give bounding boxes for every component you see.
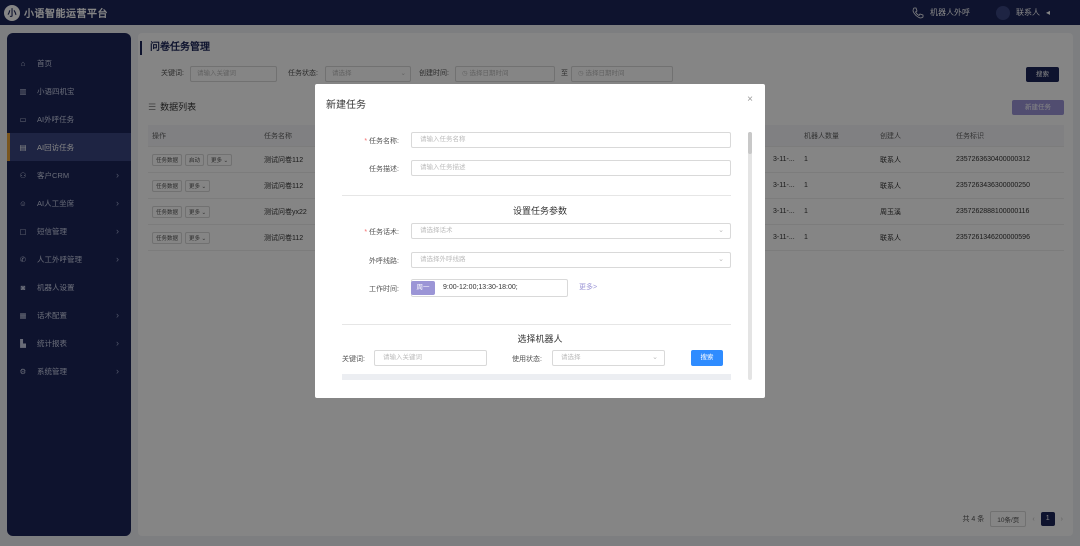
chevron-down-icon: ⌄ — [718, 227, 724, 234]
modal-title: 新建任务 — [326, 100, 366, 111]
scrollbar[interactable] — [748, 132, 752, 380]
robot-search-button[interactable]: 搜索 — [691, 350, 723, 366]
task-desc-input[interactable]: 请输入任务描述 — [411, 160, 731, 176]
scroll-thumb[interactable] — [748, 132, 752, 154]
params-section-title: 设置任务参数 — [512, 206, 567, 216]
robot-section-title: 选择机器人 — [517, 334, 563, 344]
chevron-down-icon: ⌄ — [718, 256, 724, 263]
script-label: * 任务话术: — [364, 229, 399, 236]
new-task-modal: 新建任务 × * 任务名称: 请输入任务名称 任务描述: 请输入任务描述 设置任务… — [315, 84, 765, 398]
worktime-label: 工作时间: — [369, 286, 399, 293]
script-select[interactable]: 请选择话术 ⌄ — [411, 223, 731, 239]
line-select[interactable]: 请选择外呼线路 ⌄ — [411, 252, 731, 268]
robot-table-header — [342, 374, 731, 380]
task-desc-label: 任务描述: — [369, 166, 399, 173]
task-name-label: * 任务名称: — [364, 138, 399, 145]
close-icon[interactable]: × — [747, 94, 753, 105]
line-label: 外呼线路: — [369, 258, 399, 265]
more-link[interactable]: 更多> — [579, 281, 597, 295]
robot-keyword-input[interactable]: 请输入关键词 — [374, 350, 487, 366]
worktime-value: 9:00-12:00;13:30-18:00; — [443, 284, 518, 291]
day-tag[interactable]: 周一 — [411, 281, 435, 295]
divider — [342, 324, 731, 325]
task-name-input[interactable]: 请输入任务名称 — [411, 132, 731, 148]
robot-keyword-label: 关键词: — [342, 356, 365, 363]
chevron-down-icon: ⌄ — [652, 354, 658, 361]
divider — [342, 195, 731, 196]
robot-status-select[interactable]: 请选择 ⌄ — [552, 350, 665, 366]
robot-status-label: 使用状态: — [512, 356, 542, 363]
